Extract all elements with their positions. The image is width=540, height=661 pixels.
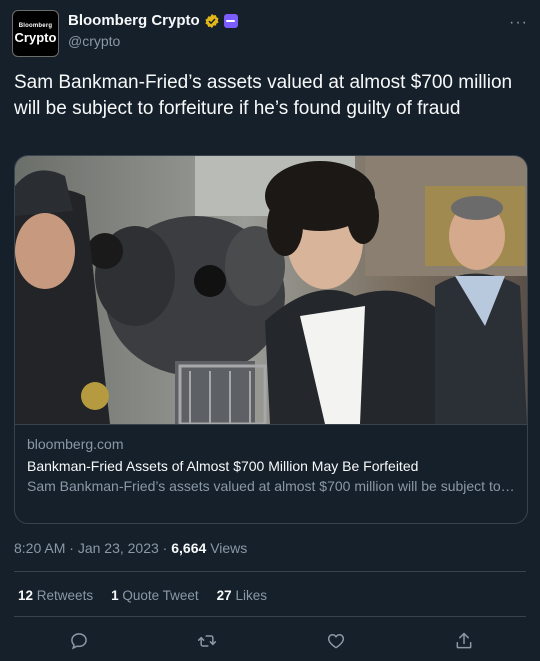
card-title: Bankman-Fried Assets of Almost $700 Mill… [27, 458, 419, 474]
account-name[interactable]: Bloomberg Crypto [68, 12, 200, 29]
quotes-stat[interactable]: 1 Quote Tweet [111, 588, 199, 603]
share-icon[interactable] [451, 628, 477, 654]
reply-icon[interactable] [66, 628, 92, 654]
tweet-text: Sam Bankman-Fried’s assets valued at alm… [14, 72, 513, 119]
article-photo [15, 156, 527, 424]
link-card[interactable]: bloomberg.com Bankman-Fried Assets of Al… [14, 155, 528, 524]
account-handle[interactable]: @crypto [68, 33, 120, 49]
like-icon[interactable] [323, 628, 349, 654]
tweet-meta: 8:20 AM · Jan 23, 2023 · 6,664 Views [14, 540, 248, 556]
tweet-time[interactable]: 8:20 AM [14, 540, 65, 556]
affiliate-badge-icon[interactable] [223, 13, 238, 28]
card-description: Sam Bankman-Fried’s assets valued at alm… [27, 478, 515, 494]
more-options-icon[interactable]: ··· [509, 14, 528, 32]
avatar[interactable]: Bloomberg Crypto [12, 10, 59, 57]
tweet-header: Bloomberg Crypto Bloomberg Crypto @crypt… [12, 10, 528, 58]
card-domain: bloomberg.com [27, 436, 124, 452]
retweets-label: Retweets [36, 588, 94, 603]
retweet-icon[interactable] [194, 628, 220, 654]
retweets-stat[interactable]: 12 Retweets [18, 588, 93, 603]
card-body[interactable]: bloomberg.com Bankman-Fried Assets of Al… [15, 424, 527, 506]
engagement-stats: 12 Retweets 1 Quote Tweet 27 Likes [18, 588, 267, 603]
avatar-text-bottom: Crypto [14, 29, 57, 45]
tweet-date[interactable]: Jan 23, 2023 [78, 540, 159, 556]
avatar-text-top: Bloomberg [18, 22, 53, 29]
retweets-count: 12 [18, 588, 34, 603]
divider [14, 616, 526, 617]
quotes-count: 1 [111, 588, 119, 603]
likes-stat[interactable]: 27 Likes [217, 588, 267, 603]
divider [14, 571, 526, 572]
action-bar [0, 628, 540, 654]
verified-badge-icon[interactable] [204, 13, 220, 29]
views-label: Views [210, 540, 248, 556]
likes-count: 27 [216, 588, 232, 603]
likes-label: Likes [235, 588, 267, 603]
quotes-label: Quote Tweet [122, 588, 199, 603]
views-count: 6,664 [171, 540, 207, 556]
name-row: Bloomberg Crypto [68, 12, 238, 29]
